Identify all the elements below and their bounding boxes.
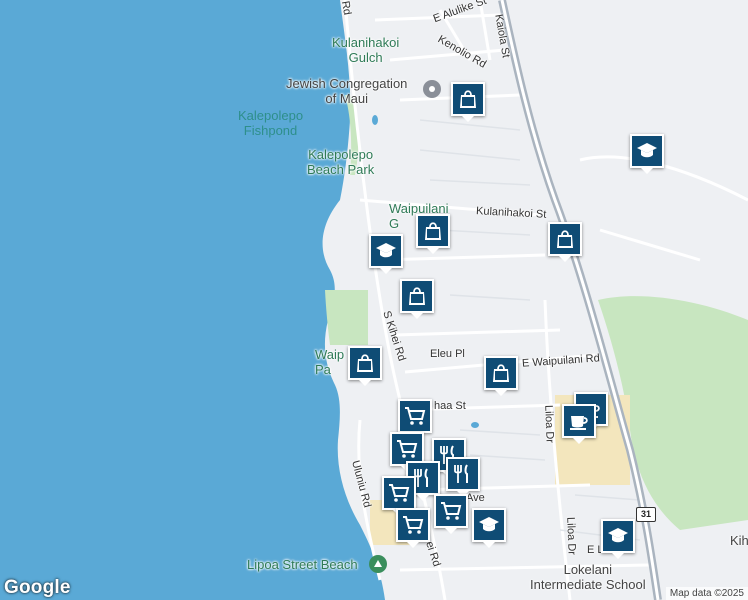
- route-31-shield: 31: [636, 507, 656, 522]
- graduation-cap-icon: [477, 513, 501, 537]
- label-waip-pa: Waip Pa: [315, 347, 345, 377]
- map-marker-cart[interactable]: [398, 399, 432, 439]
- bag-icon: [353, 351, 377, 375]
- map-marker-graduation-cap[interactable]: [369, 234, 403, 274]
- map-marker-graduation-cap[interactable]: [630, 134, 664, 174]
- label-kih: Kih: [730, 533, 748, 548]
- road-eleu-pl: Eleu Pl: [430, 348, 465, 360]
- park-icon[interactable]: [369, 555, 387, 573]
- map-marker-coffee[interactable]: [562, 404, 596, 444]
- road-liloa-2: Liloa Dr: [564, 516, 578, 556]
- map-marker-bag[interactable]: [548, 222, 582, 262]
- map-marker-bag[interactable]: [416, 214, 450, 254]
- graduation-cap-icon: [635, 139, 659, 163]
- cart-icon: [401, 513, 425, 537]
- bag-icon: [553, 227, 577, 251]
- cart-icon: [395, 437, 419, 461]
- cart-icon: [439, 499, 463, 523]
- bag-icon: [456, 87, 480, 111]
- graduation-cap-icon: [374, 239, 398, 263]
- road-liloa-1: Liloa Dr: [542, 404, 556, 444]
- road-haa: haa St: [434, 400, 466, 412]
- map-marker-cart[interactable]: [382, 476, 416, 516]
- bag-icon: [489, 361, 513, 385]
- road-rd-top: Rd: [338, 0, 354, 16]
- bag-icon: [405, 284, 429, 308]
- map-marker-bag[interactable]: [451, 82, 485, 122]
- map-marker-cart[interactable]: [396, 508, 430, 548]
- coffee-icon: [567, 409, 591, 433]
- park-area: [325, 290, 368, 345]
- cart-icon: [403, 404, 427, 428]
- map-marker-cart[interactable]: [434, 494, 468, 534]
- place-of-worship-icon[interactable]: [423, 80, 441, 98]
- label-kalepolepo-beach-park: Kalepolepo Beach Park: [307, 147, 375, 177]
- cart-icon: [387, 481, 411, 505]
- graduation-cap-icon: [606, 524, 630, 548]
- label-kulanihakoi-gulch: Kulanihakoi Gulch: [332, 35, 400, 65]
- map-marker-graduation-cap[interactable]: [601, 519, 635, 559]
- label-jewish-congregation: Jewish Congregation of Maui: [286, 76, 408, 106]
- label-lipoa-street-beach: Lipoa Street Beach: [247, 557, 358, 572]
- map-marker-bag[interactable]: [484, 356, 518, 396]
- map-marker-graduation-cap[interactable]: [472, 508, 506, 548]
- utensils-icon: [451, 462, 475, 486]
- bag-icon: [421, 219, 445, 243]
- map-marker-bag[interactable]: [400, 279, 434, 319]
- label-lokelani-school: Lokelani Intermediate School: [530, 562, 646, 592]
- map-marker-utensils[interactable]: [446, 457, 480, 497]
- map-attribution[interactable]: Map data ©2025: [665, 587, 748, 600]
- map-marker-bag[interactable]: [348, 346, 382, 386]
- label-kalepolepo-fishpond: Kalepolepo Fishpond: [238, 108, 304, 138]
- google-logo: Google: [4, 577, 71, 598]
